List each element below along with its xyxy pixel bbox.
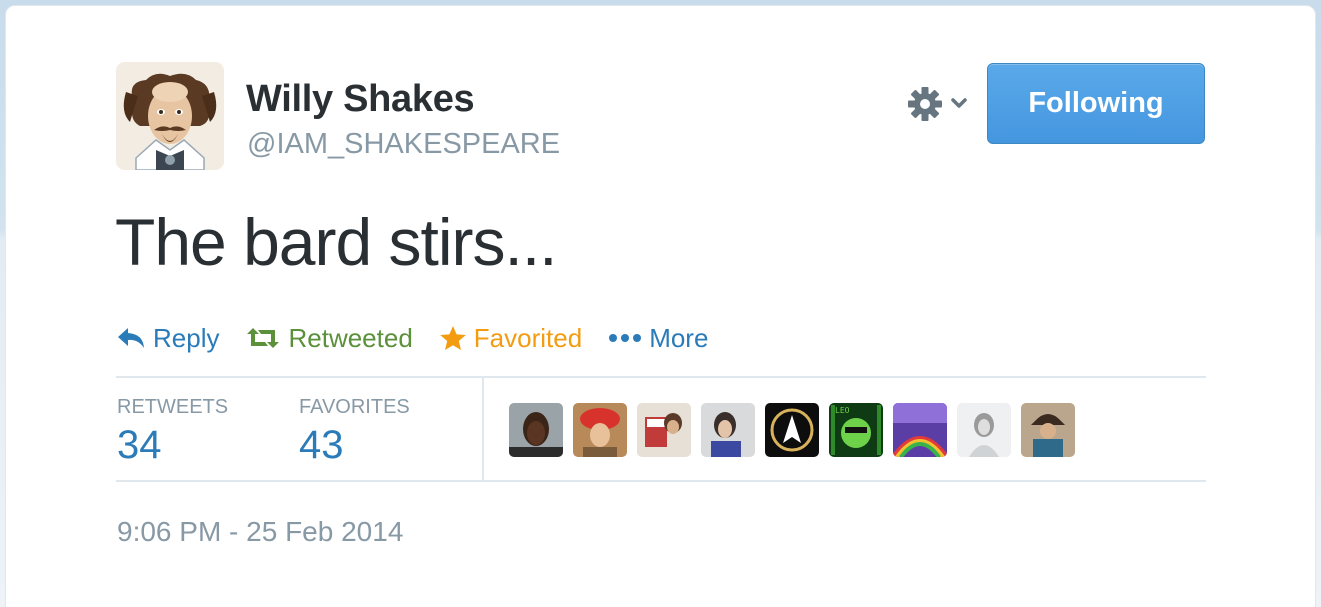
favoriters-list: LEO [509,403,1085,457]
svg-text:LEO: LEO [835,406,850,415]
favorites-label: FAVORITES [299,396,410,418]
stats-divider-vertical [482,378,484,480]
favoriter-avatar-6[interactable]: LEO [829,403,883,457]
favorite-button[interactable]: Favorited [439,323,582,354]
favoriter-avatar-9[interactable] [1021,403,1075,457]
user-name[interactable]: Willy Shakes [246,78,475,121]
retweet-label: Retweeted [288,322,413,353]
stats-divider-top [116,376,1206,378]
stats-divider-bottom [116,480,1206,482]
tweet-timestamp[interactable]: 9:06 PM - 25 Feb 2014 [117,516,403,548]
favoriter-avatar-1[interactable] [509,403,563,457]
user-handle[interactable]: @IAM_SHAKESPEARE [247,128,560,161]
reply-icon [118,328,144,348]
star-icon [439,326,466,350]
gear-icon [908,87,967,121]
favoriter-avatar-5[interactable] [765,403,819,457]
retweets-stat[interactable]: RETWEETS 34 [117,396,228,468]
favoriter-avatar-2[interactable] [573,403,627,457]
reply-label: Reply [153,322,220,353]
favoriter-avatar-3[interactable] [637,403,691,457]
more-button[interactable]: More [608,323,708,354]
favorites-count[interactable]: 43 [299,423,410,468]
chevron-down-icon [951,98,967,108]
retweet-icon [247,328,280,348]
favorites-stat[interactable]: FAVORITES 43 [299,396,410,468]
favoriter-avatar-7[interactable] [893,403,947,457]
user-actions-dropdown[interactable] [905,84,975,124]
tweet-actions: Reply Retweeted Favorited More [116,318,734,358]
tweet-card: Willy Shakes @IAM_SHAKESPEARE Following … [5,5,1316,607]
retweets-label: RETWEETS [117,396,229,418]
favoriter-avatar-8[interactable] [957,403,1011,457]
retweets-count[interactable]: 34 [117,423,228,468]
more-dots-icon [609,334,642,342]
shakespeare-portrait-icon [116,62,224,170]
following-button[interactable]: Following [987,63,1205,144]
tweet-text: The bard stirs... [115,205,557,279]
more-label: More [649,322,709,353]
user-avatar[interactable] [116,62,224,170]
favorite-label: Favorited [473,322,583,353]
favoriter-avatar-4[interactable] [701,403,755,457]
reply-button[interactable]: Reply [116,323,219,354]
retweet-button[interactable]: Retweeted [245,322,413,354]
